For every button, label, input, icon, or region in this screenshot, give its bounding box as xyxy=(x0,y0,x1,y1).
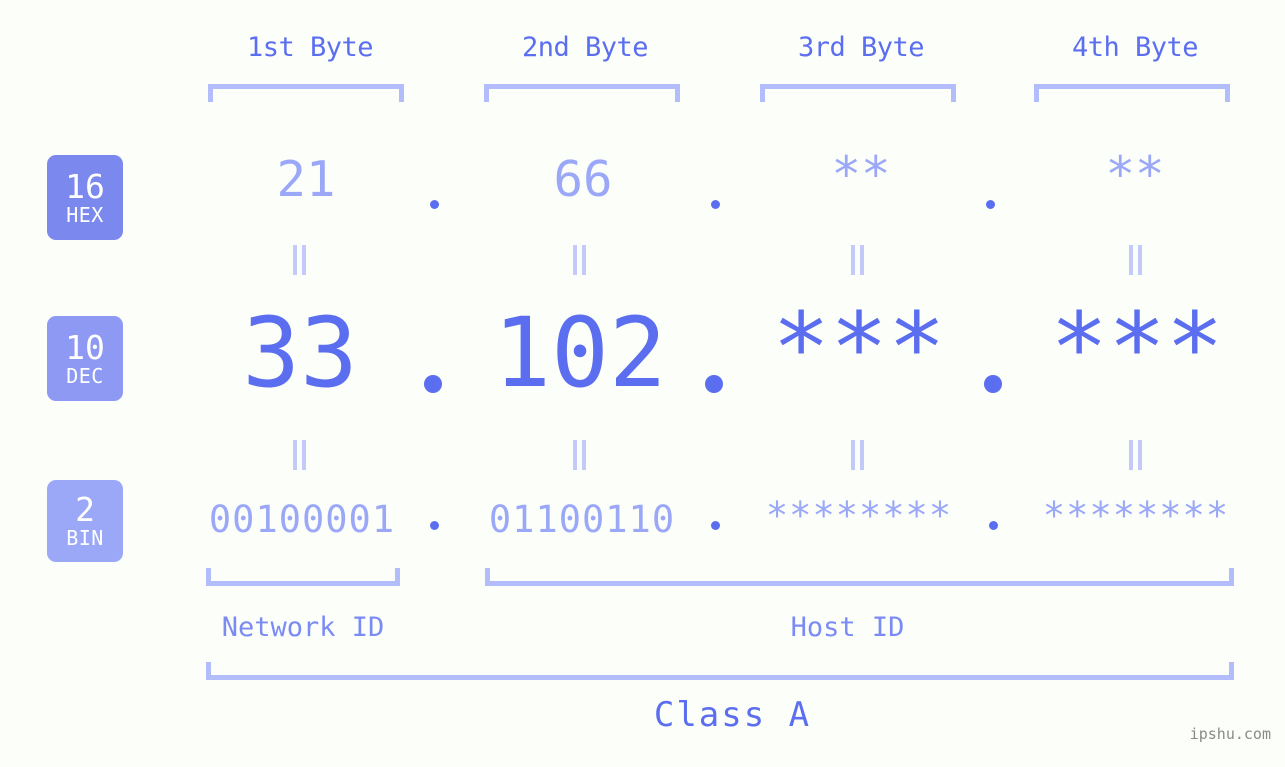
byte-bracket-top-2 xyxy=(484,84,680,102)
base-badge-dec-number: 10 xyxy=(65,327,105,367)
dec-separator-dot-3 xyxy=(984,375,1002,393)
hex-byte-2: 66 xyxy=(553,151,613,208)
hex-separator-dot-3 xyxy=(986,200,995,209)
class-label: Class A xyxy=(653,695,812,735)
dec-byte-3: *** xyxy=(772,292,946,404)
base-badge-bin-number: 2 xyxy=(75,490,95,529)
equals-sign-hex-dec-1 xyxy=(293,245,307,275)
equals-sign-dec-bin-1 xyxy=(293,440,307,470)
byte-header-3: 3rd Byte xyxy=(797,32,925,63)
base-badge-bin: 2 BIN xyxy=(47,480,123,562)
byte-bracket-top-3 xyxy=(760,84,956,102)
byte-bracket-top-4 xyxy=(1034,84,1230,102)
dec-separator-dot-1 xyxy=(424,375,442,393)
hex-separator-dot-2 xyxy=(711,200,720,209)
equals-sign-hex-dec-4 xyxy=(1129,245,1143,275)
byte-header-1: 1st Byte xyxy=(246,32,374,63)
equals-sign-dec-bin-3 xyxy=(851,440,865,470)
network-id-label: Network ID xyxy=(221,612,385,643)
base-badge-dec-name: DEC xyxy=(66,363,104,388)
network-id-bracket xyxy=(206,568,400,586)
bin-separator-dot-1 xyxy=(430,521,439,530)
watermark: ipshu.com xyxy=(1189,725,1271,743)
base-badge-dec: 10 DEC xyxy=(47,316,123,401)
bin-byte-1: 00100001 xyxy=(208,498,396,541)
equals-sign-dec-bin-2 xyxy=(573,440,587,470)
hex-separator-dot-1 xyxy=(430,200,439,209)
byte-header-2: 2nd Byte xyxy=(521,32,649,63)
bin-separator-dot-2 xyxy=(711,521,720,530)
bin-separator-dot-3 xyxy=(989,521,998,530)
dec-separator-dot-2 xyxy=(705,375,723,393)
dec-byte-1: 33 xyxy=(242,297,358,409)
base-badge-bin-name: BIN xyxy=(66,526,104,550)
byte-bracket-top-1 xyxy=(208,84,404,102)
equals-sign-dec-bin-4 xyxy=(1129,440,1143,470)
class-bracket xyxy=(206,662,1234,680)
base-badge-hex-number: 16 xyxy=(65,166,105,206)
hex-byte-3: ** xyxy=(831,146,891,203)
base-badge-hex: 16 HEX xyxy=(47,155,123,240)
equals-sign-hex-dec-3 xyxy=(851,245,865,275)
hex-byte-4: ** xyxy=(1105,146,1165,203)
bin-byte-3: ******** xyxy=(765,494,953,537)
bin-byte-2: 01100110 xyxy=(488,498,676,541)
base-badge-hex-name: HEX xyxy=(66,202,104,227)
hex-byte-1: 21 xyxy=(276,151,336,208)
dec-byte-4: *** xyxy=(1050,292,1224,404)
byte-header-4: 4th Byte xyxy=(1071,32,1199,63)
host-id-bracket xyxy=(485,568,1234,586)
host-id-label: Host ID xyxy=(790,612,905,643)
bin-byte-4: ******** xyxy=(1042,494,1230,537)
equals-sign-hex-dec-2 xyxy=(573,245,587,275)
ip-address-breakdown-diagram: 1st Byte 2nd Byte 3rd Byte 4th Byte 16 H… xyxy=(0,0,1285,767)
dec-byte-2: 102 xyxy=(493,297,667,409)
